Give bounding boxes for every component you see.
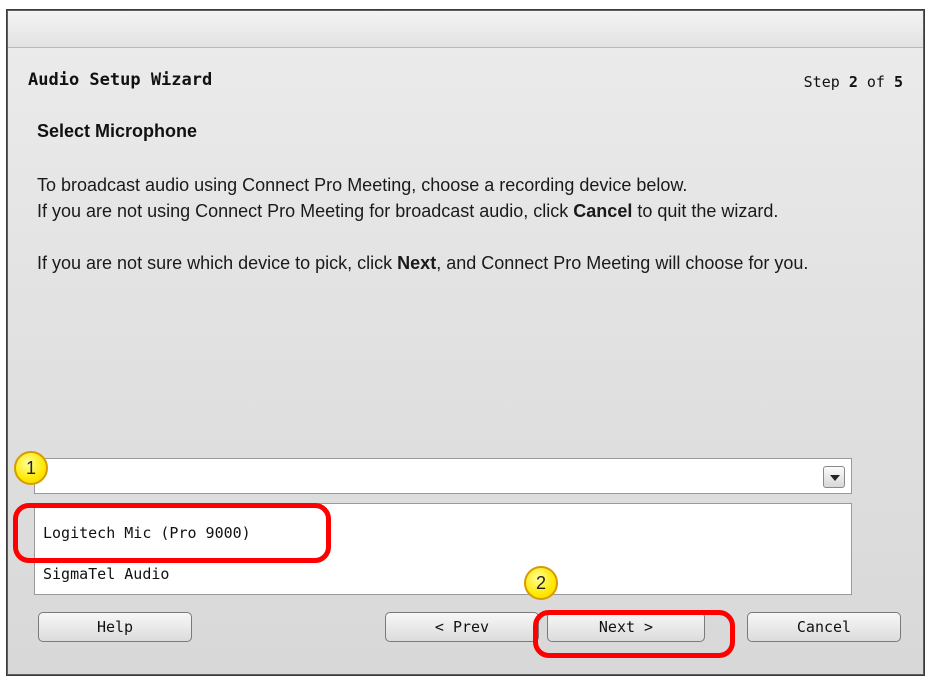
- cancel-keyword: Cancel: [573, 201, 633, 221]
- dropdown-toggle-button[interactable]: [823, 466, 845, 488]
- instruction-text: If you are not sure which device to pick…: [37, 253, 398, 273]
- annotation-callout-2: 2: [524, 566, 558, 600]
- screenshot-frame: Audio Setup Wizard Step 2 of 5 Select Mi…: [0, 0, 928, 681]
- step-prefix: Step: [803, 73, 840, 91]
- annotation-highlight-option: [13, 503, 331, 563]
- annotation-callout-1: 1: [14, 451, 48, 485]
- cancel-button[interactable]: Cancel: [747, 612, 901, 642]
- chevron-down-icon: [830, 475, 840, 481]
- instruction-paragraph-1: To broadcast audio using Connect Pro Mee…: [37, 175, 688, 195]
- step-total: 5: [893, 73, 903, 91]
- help-button[interactable]: Help: [38, 612, 192, 642]
- step-of: of: [866, 73, 885, 91]
- step-indicator: Step 2 of 5: [804, 73, 903, 91]
- step-current: 2: [848, 73, 858, 91]
- prev-button[interactable]: < Prev: [385, 612, 539, 642]
- instruction-paragraph-2: If you are not using Connect Pro Meeting…: [37, 198, 837, 224]
- option-sigmatel-audio[interactable]: SigmaTel Audio: [43, 565, 169, 583]
- instruction-paragraph-3: If you are not sure which device to pick…: [37, 250, 837, 276]
- next-keyword: Next: [397, 253, 437, 273]
- section-title: Select Microphone: [37, 121, 198, 141]
- instructions-text: To broadcast audio using Connect Pro Mee…: [37, 172, 837, 276]
- microphone-select[interactable]: [34, 458, 852, 494]
- wizard-title: Audio Setup Wizard: [28, 70, 213, 90]
- window-titlebar: [8, 11, 923, 48]
- instruction-text: , and Connect Pro Meeting will choose fo…: [436, 253, 809, 273]
- annotation-highlight-next: [533, 610, 735, 658]
- instruction-text: If you are not using Connect Pro Meeting…: [37, 201, 574, 221]
- instruction-text: to quit the wizard.: [632, 201, 779, 221]
- wizard-header: Audio Setup Wizard Step 2 of 5: [8, 47, 923, 97]
